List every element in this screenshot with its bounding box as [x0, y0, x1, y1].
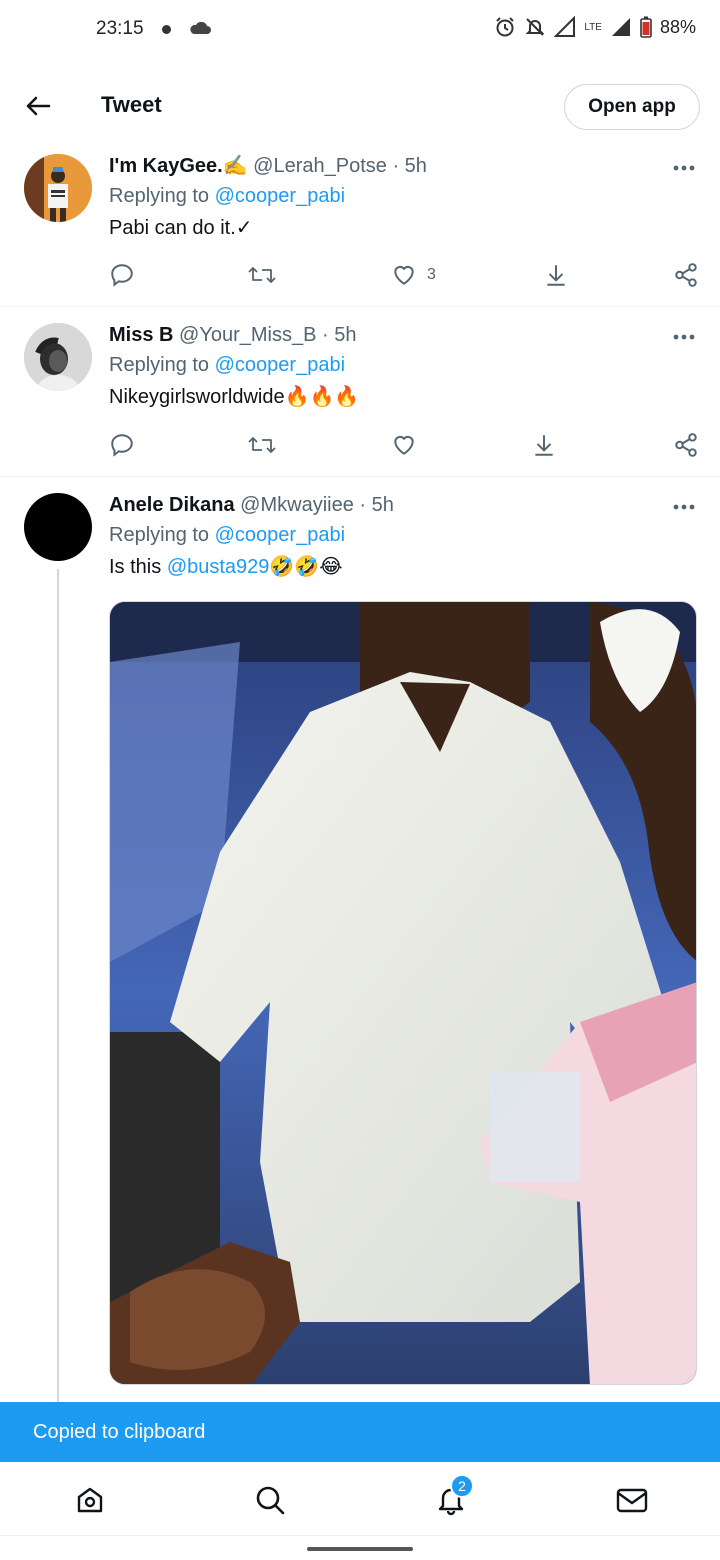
replying-to: Replying to @cooper_pabi	[109, 521, 696, 549]
more-icon	[673, 165, 695, 171]
avatar[interactable]	[24, 154, 92, 222]
share-link-button[interactable]	[673, 260, 699, 290]
more-icon	[673, 334, 695, 340]
thread-line	[57, 569, 59, 1402]
retweet-icon	[248, 437, 276, 453]
tweet-meta: I'm KayGee.✍️ @Lerah_Potse · 5h	[109, 152, 696, 180]
reply-icon	[111, 264, 133, 287]
share-arrow-icon	[547, 265, 565, 286]
signal-icon	[554, 16, 576, 38]
status-time: 23:15	[96, 18, 144, 39]
share-button[interactable]	[531, 430, 557, 460]
open-app-button[interactable]: Open app	[564, 84, 700, 130]
more-options-button[interactable]	[672, 158, 696, 178]
tweet-text: Is this @busta929🤣🤣😂	[109, 553, 696, 581]
status-icons: LTE 88%	[494, 16, 696, 38]
cloud-icon	[188, 20, 212, 41]
alarm-icon	[494, 16, 516, 38]
more-options-button[interactable]	[672, 327, 696, 347]
replying-to: Replying to @cooper_pabi	[109, 182, 696, 210]
reply-button[interactable]	[109, 430, 135, 460]
battery-icon	[640, 16, 652, 38]
handle[interactable]: @Mkwayiiee	[240, 494, 354, 516]
notification-dot-icon	[162, 25, 171, 34]
search-icon	[256, 1486, 285, 1515]
handle[interactable]: @Lerah_Potse	[253, 155, 387, 177]
display-name[interactable]: I'm KayGee.✍️	[109, 155, 248, 177]
replying-to: Replying to @cooper_pabi	[109, 351, 696, 379]
retweet-button[interactable]	[247, 430, 277, 460]
nav-home[interactable]	[70, 1480, 110, 1520]
share-link-button[interactable]	[673, 430, 699, 460]
timestamp: · 5h	[322, 324, 357, 346]
lte-label: LTE	[584, 21, 602, 33]
like-button[interactable]: 3	[391, 260, 436, 290]
tweet-photo[interactable]	[109, 601, 697, 1385]
back-arrow-icon	[26, 96, 51, 116]
replying-prefix: Replying to	[109, 354, 210, 376]
tweet-meta: Anele Dikana @Mkwayiiee · 5h	[109, 491, 696, 519]
tweet-mention-link[interactable]: @busta929	[167, 556, 270, 578]
status-bar: 23:15 LTE 88%	[0, 0, 720, 60]
snackbar-message: Copied to clipboard	[33, 1420, 206, 1443]
tweet[interactable]: I'm KayGee.✍️ @Lerah_Potse · 5h Replying…	[0, 138, 720, 307]
more-icon	[673, 504, 695, 510]
timestamp: · 5h	[359, 494, 394, 516]
signal-icon-2	[610, 16, 632, 38]
tweet-text-prefix: Is this	[109, 556, 162, 578]
tweet-meta: Miss B @Your_Miss_B · 5h	[109, 321, 696, 349]
display-name[interactable]: Miss B	[109, 324, 173, 346]
retweet-button[interactable]	[247, 260, 277, 290]
tweet-text: Pabi can do it.✓	[109, 217, 253, 239]
battery-percent: 88%	[659, 16, 696, 37]
snackbar: Copied to clipboard	[0, 1402, 720, 1462]
mail-icon	[616, 1488, 648, 1513]
display-name[interactable]: Anele Dikana	[109, 494, 235, 516]
tweet-text: Nikeygirlsworldwide🔥🔥🔥	[109, 386, 360, 408]
gesture-bar[interactable]	[307, 1547, 413, 1551]
tweet[interactable]: Miss B @Your_Miss_B · 5h Replying to @co…	[0, 307, 720, 477]
bottom-nav: 2	[0, 1462, 720, 1536]
notification-badge: 2	[450, 1474, 474, 1498]
tweet-actions	[109, 430, 698, 460]
more-options-button[interactable]	[672, 497, 696, 517]
timestamp: · 5h	[392, 155, 427, 177]
header: Tweet Open app	[0, 78, 720, 134]
like-count: 3	[427, 266, 436, 283]
nav-messages[interactable]	[612, 1480, 652, 1520]
reply-icon	[111, 434, 133, 457]
retweet-icon	[248, 267, 276, 283]
avatar[interactable]	[24, 323, 92, 391]
avatar[interactable]	[24, 493, 92, 561]
reply-mention-link[interactable]: @cooper_pabi	[215, 354, 345, 376]
tweet-actions: 3	[109, 260, 698, 290]
share-nodes-icon	[675, 263, 697, 287]
like-button[interactable]	[391, 430, 417, 460]
back-button[interactable]	[20, 86, 56, 126]
replying-prefix: Replying to	[109, 185, 210, 207]
page-title: Tweet	[101, 92, 162, 117]
handle[interactable]: @Your_Miss_B	[179, 324, 316, 346]
heart-icon	[394, 435, 414, 455]
nav-search[interactable]	[250, 1480, 290, 1520]
reply-mention-link[interactable]: @cooper_pabi	[215, 524, 345, 546]
muted-bell-icon	[524, 16, 546, 38]
home-icon	[77, 1487, 103, 1513]
reply-button[interactable]	[109, 260, 135, 290]
tweet-text-emoji: 🤣🤣😂	[269, 556, 343, 578]
heart-icon	[394, 265, 414, 285]
share-nodes-icon	[675, 433, 697, 457]
share-arrow-icon	[535, 435, 553, 456]
replying-prefix: Replying to	[109, 524, 210, 546]
share-button[interactable]	[543, 260, 569, 290]
reply-mention-link[interactable]: @cooper_pabi	[215, 185, 345, 207]
